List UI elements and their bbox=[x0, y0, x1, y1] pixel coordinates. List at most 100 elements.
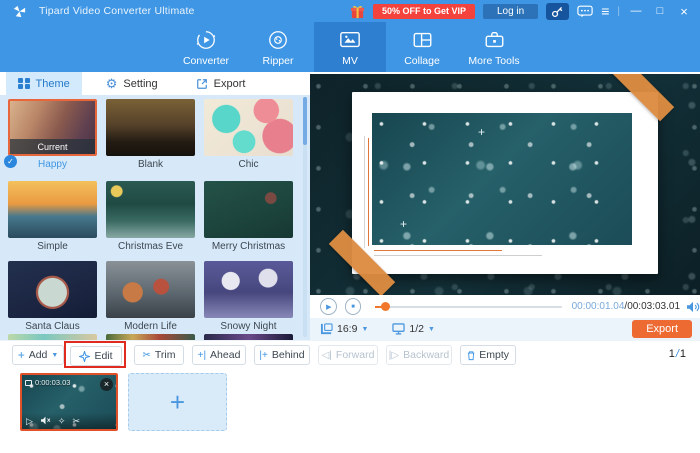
clip-trim-icon[interactable]: ✂ bbox=[72, 416, 80, 427]
timeline-clip[interactable]: 0:00:03.03 × ▷ ✧ ✂ bbox=[20, 373, 118, 431]
insert-behind-icon: | + bbox=[259, 349, 268, 361]
scissors-icon: ✂ bbox=[142, 349, 151, 361]
theme-thumbnail-christmas-eve[interactable] bbox=[106, 181, 195, 238]
tab-theme[interactable]: Theme bbox=[6, 72, 82, 95]
aspect-ratio-select[interactable]: 16:9 ▼ bbox=[320, 323, 368, 335]
clip-label-icon bbox=[25, 379, 32, 386]
behind-label: Behind bbox=[271, 349, 305, 361]
minimize-button[interactable]: — bbox=[628, 5, 644, 17]
tab-mv[interactable]: MV bbox=[314, 22, 386, 72]
current-time: 00:00:01.04 bbox=[571, 301, 625, 312]
theme-thumbnail-modern-life[interactable] bbox=[106, 261, 195, 318]
tab-export[interactable]: Export bbox=[184, 72, 258, 95]
ahead-button[interactable]: + | Ahead bbox=[192, 345, 246, 365]
tab-setting[interactable]: ⚙ Setting bbox=[94, 72, 170, 95]
empty-label: Empty bbox=[479, 349, 509, 361]
main-nav-bar: Converter Ripper MV Collage More Tools bbox=[0, 22, 700, 72]
stop-button[interactable]: ■ bbox=[344, 298, 362, 315]
theme-name: Blank bbox=[137, 159, 163, 170]
tab-collage[interactable]: Collage bbox=[386, 22, 458, 72]
decor-line bbox=[374, 255, 542, 256]
tab-converter[interactable]: Converter bbox=[170, 22, 242, 72]
aspect-ratio-icon bbox=[320, 323, 333, 335]
menu-icon[interactable]: ≡ bbox=[601, 4, 609, 18]
theme-thumbnail-snowy-night[interactable] bbox=[204, 261, 293, 318]
time-display: 00:00:01.04/00:03:03.01 bbox=[572, 301, 680, 312]
tab-ripper[interactable]: Ripper bbox=[242, 22, 314, 72]
clip-duration: 0:00:03.03 bbox=[25, 378, 70, 387]
move-backward-icon: | ▷ bbox=[388, 349, 400, 361]
theme-thumbnail-blank[interactable] bbox=[106, 99, 195, 156]
tab-more-tools[interactable]: More Tools bbox=[458, 22, 530, 72]
forward-button[interactable]: ◁ | Forward bbox=[318, 345, 378, 365]
key-icon bbox=[552, 6, 563, 17]
export-button[interactable]: Export bbox=[632, 320, 692, 338]
clip-mute-icon[interactable] bbox=[40, 416, 51, 427]
tab-export-label: Export bbox=[213, 77, 246, 90]
timeline-strip: 0:00:03.03 × ▷ ✧ ✂ + bbox=[0, 368, 700, 453]
trim-label: Trim bbox=[154, 349, 176, 361]
sparkle-icon: + bbox=[400, 217, 408, 231]
forward-label: Forward bbox=[335, 349, 375, 361]
theme-name: Simple bbox=[37, 241, 68, 252]
progress-handle[interactable] bbox=[381, 302, 391, 311]
tab-more-tools-label: More Tools bbox=[468, 54, 520, 67]
backward-button[interactable]: | ▷ Backward bbox=[386, 345, 452, 365]
theme-name: Chic bbox=[238, 159, 259, 170]
aspect-ratio-value: 16:9 bbox=[337, 323, 358, 335]
remove-clip-button[interactable]: × bbox=[100, 378, 113, 391]
theme-grid-icon bbox=[18, 77, 30, 90]
export-icon bbox=[196, 78, 207, 89]
monitor-icon bbox=[392, 323, 406, 335]
decor-line bbox=[374, 250, 502, 251]
progress-slider[interactable] bbox=[375, 302, 562, 311]
converter-icon bbox=[195, 28, 217, 52]
backward-label: Backward bbox=[403, 349, 450, 361]
decor-line bbox=[368, 138, 369, 246]
player-controls: ▶ ■ 00:00:01.04/00:03:03.01 bbox=[310, 295, 700, 318]
edit-highlight-box: Edit bbox=[64, 341, 126, 368]
add-clip-dropzone[interactable]: + bbox=[128, 373, 227, 431]
theme-thumbnail-happy[interactable]: Current bbox=[8, 99, 97, 156]
theme-thumbnail-santa-claus[interactable] bbox=[8, 261, 97, 318]
total-time: 00:03:03.01 bbox=[627, 301, 681, 312]
clip-play-icon[interactable]: ▷ bbox=[26, 416, 33, 427]
insert-ahead-icon: + | bbox=[197, 349, 207, 361]
trim-button[interactable]: ✂ Trim bbox=[134, 345, 184, 365]
theme-thumbnail-simple[interactable] bbox=[8, 181, 97, 238]
gift-icon[interactable] bbox=[350, 4, 365, 19]
theme-grid: Current Happy ✓ Blank Chic Simple Christ… bbox=[0, 95, 310, 340]
volume-button[interactable] bbox=[686, 301, 700, 313]
edit-button[interactable]: Edit bbox=[70, 346, 122, 366]
close-button[interactable]: × bbox=[676, 4, 692, 19]
display-mode-select[interactable]: 1/2 ▼ bbox=[392, 323, 435, 335]
sparkle-icon: + bbox=[478, 125, 486, 139]
ahead-label: Ahead bbox=[210, 349, 241, 361]
behind-button[interactable]: | + Behind bbox=[254, 345, 310, 365]
add-label: Add bbox=[28, 349, 48, 361]
feedback-icon[interactable] bbox=[577, 5, 593, 18]
play-button[interactable]: ▶ bbox=[320, 298, 337, 315]
gear-icon: ⚙ bbox=[105, 75, 118, 91]
theme-scrollbar-thumb[interactable] bbox=[303, 97, 307, 145]
tab-converter-label: Converter bbox=[182, 54, 230, 67]
current-theme-badge: Current bbox=[10, 139, 95, 154]
plus-icon: + bbox=[17, 348, 25, 362]
theme-thumbnail-chic[interactable] bbox=[204, 99, 293, 156]
empty-button[interactable]: Empty bbox=[460, 345, 516, 365]
maximize-button[interactable]: □ bbox=[652, 5, 668, 17]
app-window: Tipard Video Converter Ultimate 50% OFF … bbox=[0, 0, 700, 453]
promo-badge[interactable]: 50% OFF to Get VIP bbox=[372, 3, 475, 19]
polaroid-frame: + + bbox=[352, 92, 658, 274]
video-preview[interactable]: + + bbox=[310, 74, 700, 295]
register-key-button[interactable] bbox=[546, 2, 570, 20]
clip-edit-icon[interactable]: ✧ bbox=[58, 416, 66, 427]
tab-mv-label: MV bbox=[342, 54, 358, 67]
theme-thumbnail-merry-christmas[interactable] bbox=[204, 181, 293, 238]
login-button[interactable]: Log in bbox=[482, 3, 539, 19]
collage-icon bbox=[411, 28, 434, 52]
titlebar-separator: | bbox=[617, 5, 620, 17]
add-button[interactable]: + Add ▼ bbox=[12, 345, 64, 365]
theme-name: Merry Christmas bbox=[211, 241, 286, 252]
trash-icon bbox=[467, 350, 475, 360]
